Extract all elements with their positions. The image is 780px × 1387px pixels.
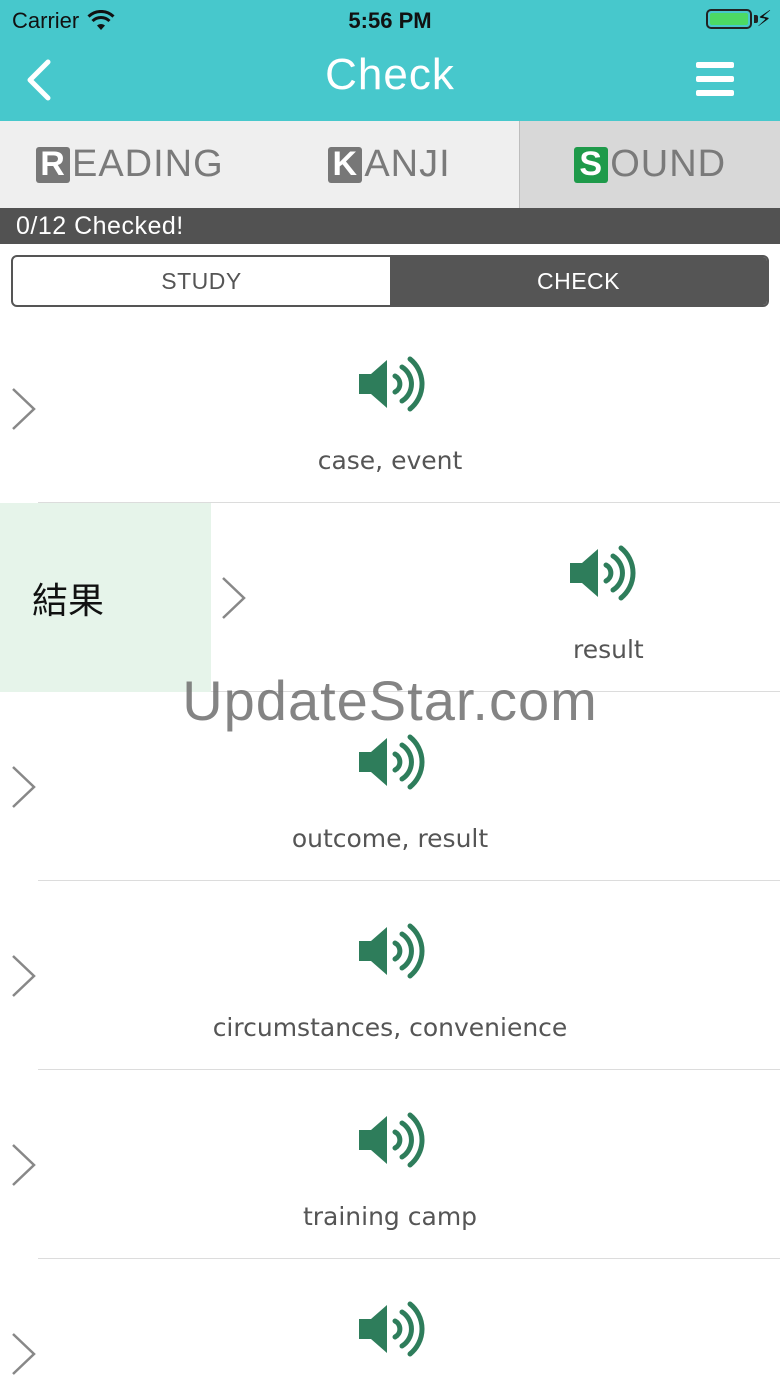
speaker-icon[interactable] bbox=[355, 732, 425, 792]
chevron-right-icon[interactable] bbox=[10, 1331, 38, 1377]
revealed-kanji: 結果 bbox=[0, 503, 211, 692]
segment-study[interactable]: STUDY bbox=[13, 257, 390, 305]
chevron-right-icon[interactable] bbox=[220, 575, 248, 621]
tab-sound[interactable]: S OUND bbox=[519, 121, 780, 208]
mode-segmented-control: STUDY CHECK bbox=[11, 255, 769, 307]
word-meaning: case, event bbox=[317, 446, 463, 475]
tab-sound-letter: S bbox=[574, 145, 609, 183]
list-item[interactable]: outcome, result bbox=[0, 692, 780, 881]
speaker-icon[interactable] bbox=[355, 921, 425, 981]
menu-line bbox=[696, 62, 734, 68]
chevron-right-icon[interactable] bbox=[10, 764, 38, 810]
battery-icon bbox=[706, 9, 752, 29]
menu-button[interactable] bbox=[696, 62, 734, 96]
charging-icon: ⚡ bbox=[756, 6, 772, 31]
word-meaning: outcome, result bbox=[291, 824, 489, 853]
tab-reading-label: EADING bbox=[71, 143, 224, 185]
word-meaning: circumstances, convenience bbox=[212, 1013, 568, 1042]
word-meaning: result bbox=[573, 635, 644, 664]
tab-reading[interactable]: R EADING bbox=[0, 121, 260, 208]
segment-check[interactable]: CHECK bbox=[390, 257, 767, 305]
checked-count-bar: 0/12 Checked! bbox=[0, 208, 780, 244]
top-bar: Carrier 5:56 PM ⚡ Check bbox=[0, 0, 780, 121]
tab-reading-letter: R bbox=[35, 145, 70, 183]
chevron-right-icon[interactable] bbox=[10, 386, 38, 432]
word-meaning: training camp bbox=[302, 1202, 478, 1231]
status-time: 5:56 PM bbox=[348, 8, 432, 33]
menu-line bbox=[696, 76, 734, 82]
tab-kanji-letter: K bbox=[328, 145, 363, 183]
tab-sound-label: OUND bbox=[610, 143, 727, 185]
chevron-right-icon[interactable] bbox=[10, 1142, 38, 1188]
speaker-icon[interactable] bbox=[355, 1110, 425, 1170]
speaker-icon[interactable] bbox=[355, 1299, 425, 1359]
tab-kanji-label: ANJI bbox=[364, 143, 451, 185]
speaker-icon[interactable] bbox=[355, 354, 425, 414]
category-tabs: R EADING K ANJI S OUND bbox=[0, 121, 780, 208]
word-list: case, event 結果 result outcome, result ci… bbox=[0, 314, 780, 1387]
list-item[interactable] bbox=[0, 1259, 780, 1387]
list-item[interactable]: 結果 result bbox=[0, 503, 780, 692]
list-item[interactable]: case, event bbox=[0, 314, 780, 503]
chevron-right-icon[interactable] bbox=[10, 953, 38, 999]
speaker-icon[interactable] bbox=[566, 543, 636, 603]
tab-kanji[interactable]: K ANJI bbox=[260, 121, 520, 208]
page-title: Check bbox=[325, 50, 455, 99]
list-item[interactable]: circumstances, convenience bbox=[0, 881, 780, 1070]
menu-line bbox=[696, 90, 734, 96]
list-item[interactable]: training camp bbox=[0, 1070, 780, 1259]
